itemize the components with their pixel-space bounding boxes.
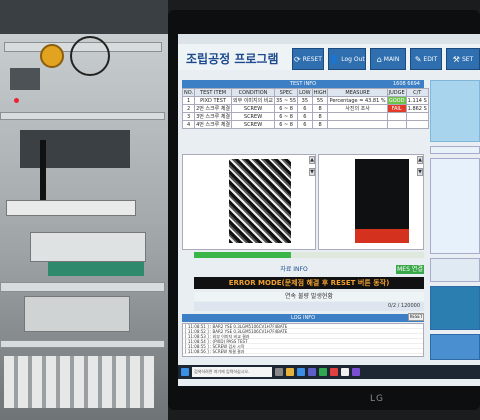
side-label-box [430,146,480,154]
side-status-panel [430,158,480,254]
dark-capture-region [355,159,409,229]
count-bar: 0/2 / 120000 [194,302,424,311]
green-progress-track [194,252,424,258]
col-condition: CONDITION [231,88,276,97]
pencil-icon: ✎ [414,54,422,64]
test-info-id: 1608 6694 [392,81,420,87]
user-icon: 👤 [329,54,340,64]
electric-screwdriver [40,140,46,200]
coiled-cable [70,36,110,76]
file-explorer-icon[interactable] [286,368,294,376]
windows-start-icon[interactable] [181,368,189,376]
scroll-up-arrow[interactable]: ▲ [309,156,315,164]
monitor-screen: 조립공정 프로그램 ⟳ RESET 👤 Log Out ⌂ MAIN ✎ EDIT ⚒ S… [178,34,480,386]
table-row[interactable]: 4 4번 스크루 체결 SCREW 6 ~ 8 6 8 [181,120,429,129]
reset-button[interactable]: ⟳ RESET [292,48,324,70]
col-judge: JUDGE [386,88,407,97]
continuous-fail-label: 연속 불량 발생현황 [194,292,424,301]
col-high: HIGH [311,88,329,97]
photo-scene: LG 조립공정 프로그램 ⟳ RESET 👤 Log Out ⌂ MAIN ✎ EDIT… [0,0,480,420]
scroll-up-arrow-right[interactable]: ▲ [417,156,423,164]
window-titlebar [178,34,480,44]
error-mode-banner: ERROR MODE(문제점 해결 후 RESET 버튼 동작) [194,277,424,289]
app-icon[interactable] [341,368,349,376]
scroll-down-arrow-right[interactable]: ▼ [417,168,423,176]
roller-conveyor [4,356,154,408]
app-icon[interactable] [319,368,327,376]
scroll-down-arrow[interactable]: ▼ [309,168,315,176]
col-test-item: TEST ITEM [194,88,233,97]
log-line: [ 11:08:56 ] : SCREW 체결 결과 [183,349,423,354]
indicator-light [14,98,19,103]
side-info-panel [430,80,480,142]
test-info-table: NO. TEST ITEM CONDITION SPEC LOW HIGH ME… [181,88,429,129]
logout-button[interactable]: 👤 Log Out [328,48,366,70]
log-info-header: LOG INFO [182,314,424,322]
tray-bin [24,296,130,332]
controller-box [10,68,40,90]
data-info-label: 자료 INFO [280,266,308,273]
green-jig-base [48,262,144,276]
scanned-board-image [229,159,291,243]
judge-good-badge: GOOD [386,96,407,105]
app-icon[interactable] [352,368,360,376]
edge-browser-icon[interactable] [297,368,305,376]
rack-shelf [0,112,165,120]
wrench-icon: ⚒ [452,54,460,64]
judge-fail-badge: FAIL [386,104,407,113]
green-progress-fill [194,252,291,258]
task-view-icon[interactable] [275,368,283,376]
conveyor-shelf [0,340,165,348]
side-action-panel[interactable] [430,334,480,360]
refresh-icon: ⟳ [294,54,301,64]
table-row[interactable]: 1 PIXD TEST 외부 이미지의 비교 35 ~ 55 35 55 Per… [181,96,429,105]
set-button[interactable]: ⚒ SET [446,48,480,70]
app-title: 조립공정 프로그램 [186,52,279,66]
red-fail-region [355,229,409,243]
ceiling-lights [0,0,168,34]
lower-rack-shelf [0,282,165,292]
app-icon[interactable] [308,368,316,376]
side-count-panel [430,286,480,330]
windows-taskbar: 검색하려면 여기에 입력하십시오. [178,365,480,379]
main-button[interactable]: ⌂ MAIN [370,48,406,70]
camera-image-right [318,154,424,250]
table-header-row: NO. TEST ITEM CONDITION SPEC LOW HIGH ME… [181,88,429,97]
edit-button[interactable]: ✎ EDIT [410,48,442,70]
app-icon[interactable] [330,368,338,376]
count-text: 0/2 / 120000 [388,303,420,309]
col-measure: MEASURE [327,88,388,97]
monitor-brand-logo: LG [370,394,384,404]
camera-image-left [182,154,316,250]
table-row[interactable]: 3 3번 스크루 체결 SCREW 6 ~ 8 6 8 [181,112,429,121]
col-no: NO. [181,88,196,97]
col-ct: C/T [405,88,429,97]
jig-fixture [30,232,146,262]
test-info-header: TEST INFO 1608 6694 [182,80,424,88]
screwdriver-station [20,130,130,168]
log-reset-button[interactable]: RESET [408,313,424,321]
col-low: LOW [297,88,313,97]
table-row[interactable]: 2 2번 스크루 체결 SCREW 6 ~ 8 6 8 사진의 조사 FAIL … [181,104,429,113]
mes-status-badge: MES 연결 [396,265,424,274]
col-spec: SPEC [274,88,299,97]
taskbar-search-box[interactable]: 검색하려면 여기에 입력하십시오. [192,367,272,377]
cable-reel [40,44,64,68]
log-list: [ 11:08:51 ] : BAR2 YSE 0.3LGM5106CV1H7F… [182,323,424,357]
home-icon: ⌂ [376,54,382,64]
side-result-panel [430,258,480,282]
work-table [6,200,136,216]
assembly-rack [0,0,168,420]
